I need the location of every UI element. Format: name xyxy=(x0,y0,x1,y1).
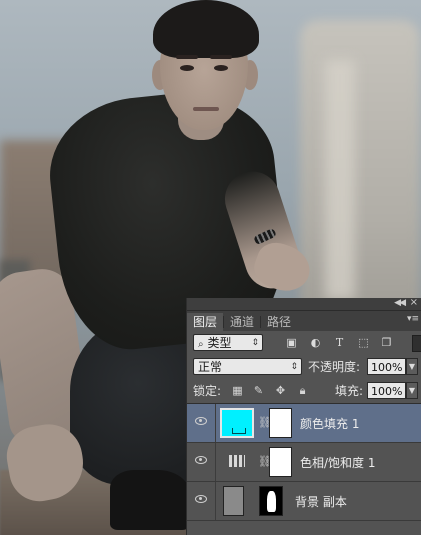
opacity-dropdown-button[interactable]: ▼ xyxy=(406,358,418,375)
panel-tabs: 图层 通道 路径 ▾≡ xyxy=(187,311,421,331)
opacity-input[interactable]: 100% xyxy=(367,358,406,375)
person-mouth xyxy=(193,107,219,111)
chevron-updown-icon: ⇕ xyxy=(290,362,298,372)
search-icon: ⌕ xyxy=(198,339,204,350)
person-hair xyxy=(153,0,259,58)
panel-title-bar[interactable]: ◀◀ × xyxy=(187,297,421,311)
lock-brush-icon[interactable]: ✎ xyxy=(252,384,265,397)
tab-paths[interactable]: 路径 xyxy=(261,313,297,331)
person-eyebrow-left xyxy=(176,55,198,59)
lock-label: 锁定: xyxy=(193,384,222,398)
adjustment-bars-icon xyxy=(229,455,245,467)
layer-mask-thumbnail[interactable] xyxy=(269,408,292,438)
person-eye-left xyxy=(180,65,194,71)
layer-mask-thumbnail[interactable] xyxy=(269,447,292,477)
adjustment-filter-icon[interactable]: ◐ xyxy=(309,337,322,349)
filter-kind-label: 类型 xyxy=(207,336,232,350)
layer-filter-row: ⌕ 类型 ⇕ ▣ ◐ T ⬚ ❐ xyxy=(187,331,421,355)
blend-mode-select[interactable]: 正常 ⇕ xyxy=(193,358,302,375)
visibility-toggle[interactable] xyxy=(187,482,216,520)
person-shoe xyxy=(110,470,190,530)
person-eyebrow-right xyxy=(210,55,232,59)
fill-input[interactable]: 100% xyxy=(367,382,406,399)
filter-toggle[interactable] xyxy=(412,335,421,352)
fill-adjustment-icon xyxy=(232,428,246,434)
layer-name[interactable]: 背景 副本 xyxy=(295,493,347,510)
lock-transparent-icon[interactable]: ▦ xyxy=(231,384,244,397)
fill-label: 填充: xyxy=(335,384,364,398)
hue-saturation-adjustment-icon[interactable] xyxy=(225,447,249,477)
close-icon[interactable]: × xyxy=(410,297,418,308)
blend-opacity-row: 正常 ⇕ 不透明度: 100% ▼ xyxy=(187,355,421,379)
eye-icon[interactable] xyxy=(195,495,207,503)
layer-mask-thumbnail[interactable] xyxy=(259,486,283,516)
collapse-icon[interactable]: ◀◀ xyxy=(394,298,406,308)
image-filter-icon[interactable]: ▣ xyxy=(285,337,298,349)
visibility-toggle[interactable] xyxy=(187,404,216,442)
lock-move-icon[interactable]: ✥ xyxy=(274,384,287,397)
layer-row-color-fill[interactable]: ⛓︎ 颜色填充 1 xyxy=(187,404,421,443)
eye-icon[interactable] xyxy=(195,417,207,425)
link-icon[interactable]: ⛓︎ xyxy=(258,455,272,469)
layers-panel: ◀◀ × 图层 通道 路径 ▾≡ ⌕ 类型 ⇕ ▣ ◐ T ⬚ ❐ 正常 ⇕ 不… xyxy=(186,297,421,535)
chevron-updown-icon: ⇕ xyxy=(251,338,259,348)
layer-row-background-copy[interactable]: 背景 副本 xyxy=(187,482,421,521)
layer-row-hue-saturation[interactable]: ⛓︎ 色相/饱和度 1 xyxy=(187,443,421,482)
tab-channels[interactable]: 通道 xyxy=(224,313,260,331)
layer-thumbnail[interactable] xyxy=(223,486,244,516)
tab-layers[interactable]: 图层 xyxy=(187,313,224,331)
person-eye-right xyxy=(214,65,228,71)
fill-dropdown-button[interactable]: ▼ xyxy=(406,382,418,399)
type-filter-icon[interactable]: T xyxy=(333,337,346,349)
visibility-toggle[interactable] xyxy=(187,443,216,481)
mask-silhouette xyxy=(267,491,276,512)
filter-kind-select[interactable]: ⌕ 类型 ⇕ xyxy=(193,334,263,351)
link-icon[interactable]: ⛓︎ xyxy=(258,416,272,430)
lock-fill-row: 锁定: ▦ ✎ ✥ 🔒︎ 填充: 100% ▼ xyxy=(187,379,421,403)
opacity-label: 不透明度: xyxy=(308,360,361,374)
blend-mode-value: 正常 xyxy=(198,360,223,374)
panel-menu-icon[interactable]: ▾≡ xyxy=(407,314,419,324)
eye-icon[interactable] xyxy=(195,456,207,464)
shape-filter-icon[interactable]: ⬚ xyxy=(357,337,370,349)
lock-all-icon[interactable]: 🔒︎ xyxy=(296,384,309,397)
smart-object-filter-icon[interactable]: ❐ xyxy=(380,337,393,349)
background-building-highlight xyxy=(325,60,355,300)
layer-name[interactable]: 颜色填充 1 xyxy=(300,415,359,432)
layer-name[interactable]: 色相/饱和度 1 xyxy=(300,454,376,471)
fill-color-thumbnail[interactable] xyxy=(220,408,254,438)
